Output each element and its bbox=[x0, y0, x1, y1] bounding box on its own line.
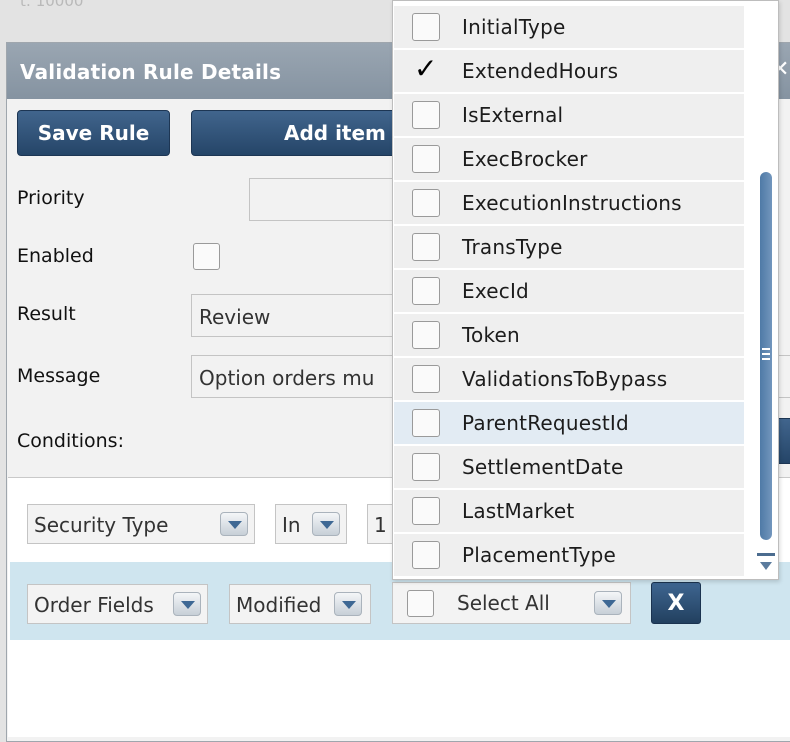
order-fields-select[interactable]: Order Fields bbox=[27, 584, 208, 624]
conditions-label: Conditions: bbox=[17, 430, 124, 452]
background-hint-text: t: 10000 bbox=[20, 0, 84, 10]
list-item[interactable]: LastMarket bbox=[394, 490, 744, 533]
checkbox-icon[interactable] bbox=[412, 277, 440, 305]
result-select[interactable]: Review bbox=[191, 294, 411, 337]
condition-value-text: 1 bbox=[374, 513, 387, 537]
priority-label: Priority bbox=[17, 187, 85, 209]
checkbox-icon[interactable] bbox=[412, 497, 440, 525]
chevron-down-icon[interactable] bbox=[334, 592, 362, 616]
list-item[interactable]: ✓ ExtendedHours bbox=[394, 50, 744, 93]
grip-icon bbox=[762, 348, 770, 350]
checkbox-icon[interactable] bbox=[412, 145, 440, 173]
list-item[interactable]: InitialType bbox=[394, 6, 744, 49]
delete-condition-button[interactable]: X bbox=[651, 582, 701, 624]
condition-field-select[interactable]: Security Type bbox=[27, 504, 255, 544]
condition-operator-select[interactable]: In bbox=[275, 504, 347, 544]
condition-operator-value: In bbox=[282, 513, 301, 537]
checkbox-icon[interactable] bbox=[412, 13, 440, 41]
enabled-checkbox[interactable] bbox=[193, 243, 220, 270]
list-item[interactable]: PlacementType bbox=[394, 534, 744, 577]
select-all-checkbox[interactable] bbox=[407, 590, 434, 617]
select-all-label: Select All bbox=[457, 591, 550, 615]
checkbox-icon[interactable] bbox=[412, 233, 440, 261]
save-rule-button[interactable]: Save Rule bbox=[17, 110, 170, 156]
list-item-hovered[interactable]: ParentRequestId bbox=[394, 402, 744, 445]
list-item[interactable]: ExecBrocker bbox=[394, 138, 744, 181]
scroll-end-icon bbox=[757, 553, 775, 556]
enabled-label: Enabled bbox=[17, 245, 94, 267]
list-item[interactable]: ExecutionInstructions bbox=[394, 182, 744, 225]
modified-operator-select[interactable]: Modified bbox=[229, 584, 371, 624]
list-item[interactable]: IsExternal bbox=[394, 94, 744, 137]
message-label: Message bbox=[17, 365, 101, 387]
list-item[interactable]: TransType bbox=[394, 226, 744, 269]
checkbox-icon[interactable] bbox=[412, 189, 440, 217]
condition-field-value: Security Type bbox=[34, 513, 169, 537]
scroll-down-arrow-icon[interactable] bbox=[760, 562, 772, 570]
checkbox-icon[interactable] bbox=[412, 365, 440, 393]
scrollbar-thumb[interactable] bbox=[760, 172, 772, 540]
list-item[interactable]: SettlementDate bbox=[394, 446, 744, 489]
chevron-down-icon[interactable] bbox=[312, 512, 340, 536]
grip-icon bbox=[762, 358, 770, 360]
checkbox-icon[interactable] bbox=[412, 321, 440, 349]
checkmark-icon[interactable]: ✓ bbox=[414, 51, 437, 87]
chevron-down-icon[interactable] bbox=[173, 592, 201, 616]
list-item[interactable]: Token bbox=[394, 314, 744, 357]
checkbox-icon[interactable] bbox=[412, 541, 440, 569]
list-item[interactable]: ExecId bbox=[394, 270, 744, 313]
chevron-down-icon[interactable] bbox=[594, 591, 622, 615]
multi-select-fields[interactable]: Select All bbox=[392, 582, 631, 624]
grip-icon bbox=[762, 353, 770, 355]
result-label: Result bbox=[17, 303, 76, 325]
checkbox-icon[interactable] bbox=[412, 101, 440, 129]
order-fields-dropdown-list: InitialType ✓ ExtendedHours IsExternal E… bbox=[392, 0, 779, 580]
checkbox-icon[interactable] bbox=[412, 409, 440, 437]
order-fields-value: Order Fields bbox=[34, 593, 154, 617]
chevron-down-icon[interactable] bbox=[220, 512, 248, 536]
list-item[interactable]: ValidationsToBypass bbox=[394, 358, 744, 401]
checkbox-icon[interactable] bbox=[412, 453, 440, 481]
modified-operator-value: Modified bbox=[236, 593, 322, 617]
